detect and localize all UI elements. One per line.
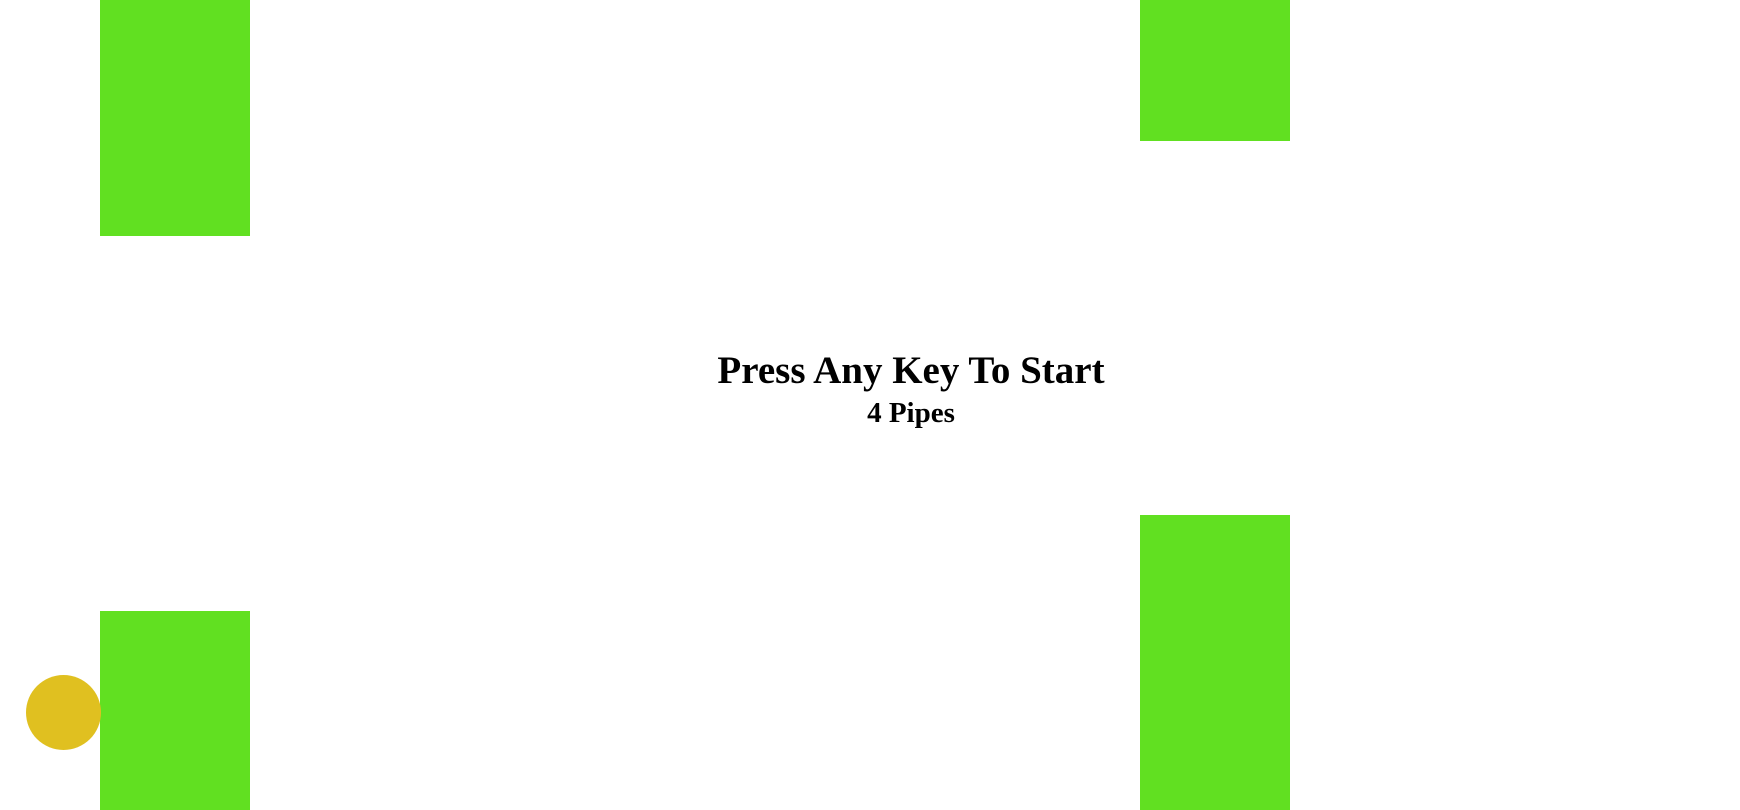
pipe-count: 4 Pipes bbox=[867, 397, 955, 429]
start-prompt: Press Any Key To Start bbox=[717, 349, 1105, 392]
pipe-bottom bbox=[100, 611, 250, 810]
pipe-top bbox=[1140, 0, 1290, 141]
game-canvas[interactable]: Press Any Key To Start 4 Pipes bbox=[0, 0, 1740, 810]
pipe-bottom bbox=[1140, 515, 1290, 810]
pipe-top bbox=[100, 0, 250, 236]
start-message: Press Any Key To Start 4 Pipes bbox=[610, 345, 1212, 431]
bird-ball bbox=[26, 675, 101, 750]
